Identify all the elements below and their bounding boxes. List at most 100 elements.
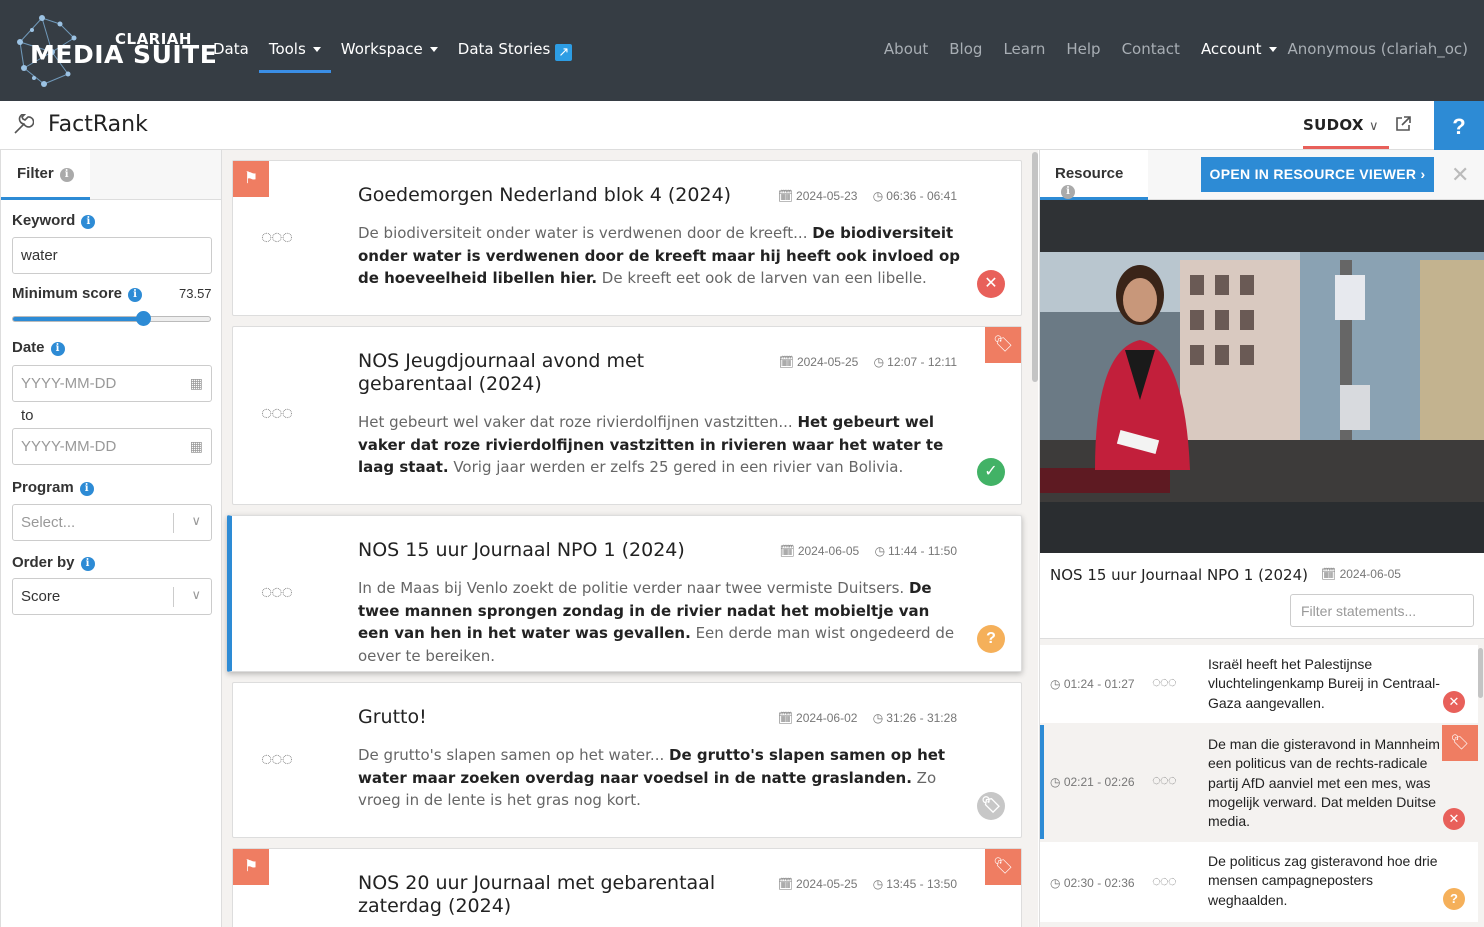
result-title[interactable]: NOS 15 uur Journaal NPO 1 (2024) <box>358 539 758 562</box>
statement-time: ◷ 02:30 - 02:36 <box>1050 876 1135 890</box>
min-score-slider[interactable] <box>12 311 211 326</box>
info-icon[interactable]: i <box>50 342 65 356</box>
model-selector[interactable]: SUDOX <box>1303 116 1389 149</box>
secondary-nav: About Blog Learn Help Contact Account An… <box>863 40 1468 58</box>
nav-data-label: Data <box>213 40 249 58</box>
tab-resource-label: Resource <box>1055 165 1124 182</box>
nav-tools[interactable]: Tools <box>258 40 331 73</box>
info-icon[interactable]: i <box>79 482 94 496</box>
close-icon[interactable]: ✕ <box>1451 162 1469 188</box>
calendar-icon: 🗓 <box>779 544 795 558</box>
date-label-text: Date <box>12 339 45 356</box>
statement-item[interactable]: ◷ 01:24 - 01:27 ◌◌◌ Israël heeft het Pal… <box>1040 645 1478 723</box>
info-icon[interactable]: i <box>128 288 143 302</box>
status-rejected-icon[interactable]: ✕ <box>1443 691 1465 713</box>
result-title[interactable]: Grutto! <box>358 706 758 729</box>
resource-tabs: Resource i OPEN IN RESOURCE VIEWER › ✕ <box>1040 150 1484 200</box>
info-icon[interactable]: i <box>1061 185 1075 199</box>
clock-icon: ◷ <box>1050 677 1061 691</box>
nav-data[interactable]: Data <box>213 40 249 61</box>
video-frame <box>1040 200 1484 553</box>
tab-resource[interactable]: Resource i <box>1040 150 1148 200</box>
result-time: 11:44 - 11:50 <box>888 544 957 558</box>
tab-filter[interactable]: Filter i <box>1 150 90 200</box>
result-date: 2024-06-02 <box>796 711 858 725</box>
open-resource-viewer-button[interactable]: OPEN IN RESOURCE VIEWER › <box>1201 157 1434 192</box>
nav-learn[interactable]: Learn <box>1003 40 1045 58</box>
result-text-post: De kreeft eet ook de larven van een libe… <box>597 269 927 287</box>
bookmark-icon[interactable]: ⚑ <box>233 161 269 197</box>
slider-fill <box>13 317 143 321</box>
info-icon[interactable]: i <box>59 168 74 182</box>
help-button[interactable]: ? <box>1434 101 1484 151</box>
order-by-select[interactable]: Score ∨ <box>12 578 212 615</box>
bookmark-icon[interactable]: ⚑ <box>233 849 269 885</box>
keyword-input[interactable]: water <box>12 237 212 274</box>
result-card[interactable]: ◌◌◌ Grutto! 🗓 2024-06-02 ◷ 31:26 - 31:28 D… <box>232 682 1022 838</box>
resource-title: NOS 15 uur Journaal NPO 1 (2024) <box>1050 566 1308 584</box>
result-time: 06:36 - 06:41 <box>886 189 957 203</box>
statement-time: ◷ 02:21 - 02:26 <box>1050 775 1135 789</box>
result-title[interactable]: NOS 20 uur Journaal met gebarentaal zate… <box>358 872 758 918</box>
status-unknown-icon[interactable]: ? <box>977 625 1005 653</box>
info-icon[interactable]: i <box>80 557 95 571</box>
result-card-selected[interactable]: ◌◌◌ NOS 15 uur Journaal NPO 1 (2024) 🗓 20… <box>227 515 1022 672</box>
result-meta: 🗓 2024-05-25 ◷ 13:45 - 13:50 <box>766 877 957 891</box>
calendar-icon: 🗓 <box>777 189 794 203</box>
nav-workspace[interactable]: Workspace <box>341 40 438 61</box>
result-card[interactable]: ⚑ 🏷 NOS 20 uur Journaal met gebarentaal … <box>232 848 1022 927</box>
date-from-input[interactable]: YYYY-MM-DD ▦ <box>12 365 212 402</box>
order-by-value: Score <box>21 588 61 605</box>
nav-account[interactable]: Account <box>1201 40 1277 58</box>
result-text: Het gebeurt wel vaker dat roze rivierdol… <box>358 411 963 479</box>
select-divider <box>173 513 174 533</box>
tag-icon[interactable]: 🏷 <box>985 849 1021 885</box>
result-meta: 🗓 2024-05-25 ◷ 12:07 - 12:11 <box>767 355 957 369</box>
status-unknown-icon[interactable]: ? <box>1443 888 1465 910</box>
video-player[interactable] <box>1040 200 1484 553</box>
result-title[interactable]: Goedemorgen Nederland blok 4 (2024) <box>358 184 758 207</box>
clariah-media-suite-logo[interactable]: CLARIAH MEDIA SUITE <box>12 10 217 90</box>
filter-statements-input[interactable]: Filter statements... <box>1290 594 1474 627</box>
nav-help[interactable]: Help <box>1066 40 1100 58</box>
result-text-pre: De biodiversiteit onder water is verdwen… <box>358 224 813 242</box>
chevron-down-icon[interactable]: ∨ <box>191 513 201 529</box>
statement-text: De politicus zag gisteravond hoe drie me… <box>1208 853 1438 908</box>
calendar-icon: 🗓 <box>1321 567 1337 581</box>
chevron-down-icon[interactable]: ∨ <box>1369 118 1379 134</box>
statement-item[interactable]: ◷ 02:30 - 02:36 ◌◌◌ De politicus zag gis… <box>1040 842 1478 922</box>
date-to-input[interactable]: YYYY-MM-DD ▦ <box>12 428 212 465</box>
statements-list: ◷ 01:24 - 01:27 ◌◌◌ Israël heeft het Pal… <box>1040 638 1484 927</box>
open-resource-viewer-label: OPEN IN RESOURCE VIEWER <box>1209 166 1417 182</box>
main-nav: Data Tools Workspace Data Stories ↗ <box>213 40 592 73</box>
clock-icon: ◷ <box>872 711 884 725</box>
program-select[interactable]: Select... ∨ <box>12 504 212 541</box>
nav-data-stories[interactable]: Data Stories ↗ <box>458 40 573 61</box>
calendar-icon[interactable]: ▦ <box>190 375 203 392</box>
result-card[interactable]: ⚑ ◌◌◌ Goedemorgen Nederland blok 4 (2024… <box>232 160 1022 316</box>
nav-blog[interactable]: Blog <box>949 40 982 58</box>
tag-untagged-icon[interactable]: 🏷 <box>977 792 1005 820</box>
result-card[interactable]: 🏷 ◌◌◌ NOS Jeugdjournaal avond met gebare… <box>232 326 1022 505</box>
result-title[interactable]: NOS Jeugdjournaal avond met gebarentaal … <box>358 350 758 396</box>
slider-handle[interactable] <box>136 311 151 326</box>
nav-contact[interactable]: Contact <box>1122 40 1180 58</box>
nav-account-label: Account <box>1200 40 1262 58</box>
info-icon[interactable]: i <box>81 215 96 229</box>
score-flames-icon: ◌◌◌ <box>261 582 293 603</box>
status-rejected-icon[interactable]: ✕ <box>1443 808 1465 830</box>
chevron-down-icon[interactable]: ∨ <box>191 587 201 603</box>
status-approved-icon[interactable]: ✓ <box>977 458 1005 486</box>
statements-scrollbar[interactable] <box>1478 648 1483 698</box>
nav-about[interactable]: About <box>884 40 928 58</box>
calendar-icon[interactable]: ▦ <box>190 438 203 455</box>
status-rejected-icon[interactable]: ✕ <box>977 270 1005 298</box>
calendar-icon: 🗓 <box>777 877 794 891</box>
score-flames-icon: ◌◌◌ <box>1152 674 1177 691</box>
result-text-pre: Het gebeurt wel vaker dat roze rivierdol… <box>358 413 798 431</box>
calendar-icon: 🗓 <box>777 711 794 725</box>
results-scrollbar[interactable] <box>1032 152 1038 382</box>
statement-item-selected[interactable]: 🏷 ◷ 02:21 - 02:26 ◌◌◌ De man die gistera… <box>1040 725 1478 839</box>
popout-icon[interactable] <box>1395 115 1412 137</box>
tag-icon[interactable]: 🏷 <box>985 327 1021 363</box>
